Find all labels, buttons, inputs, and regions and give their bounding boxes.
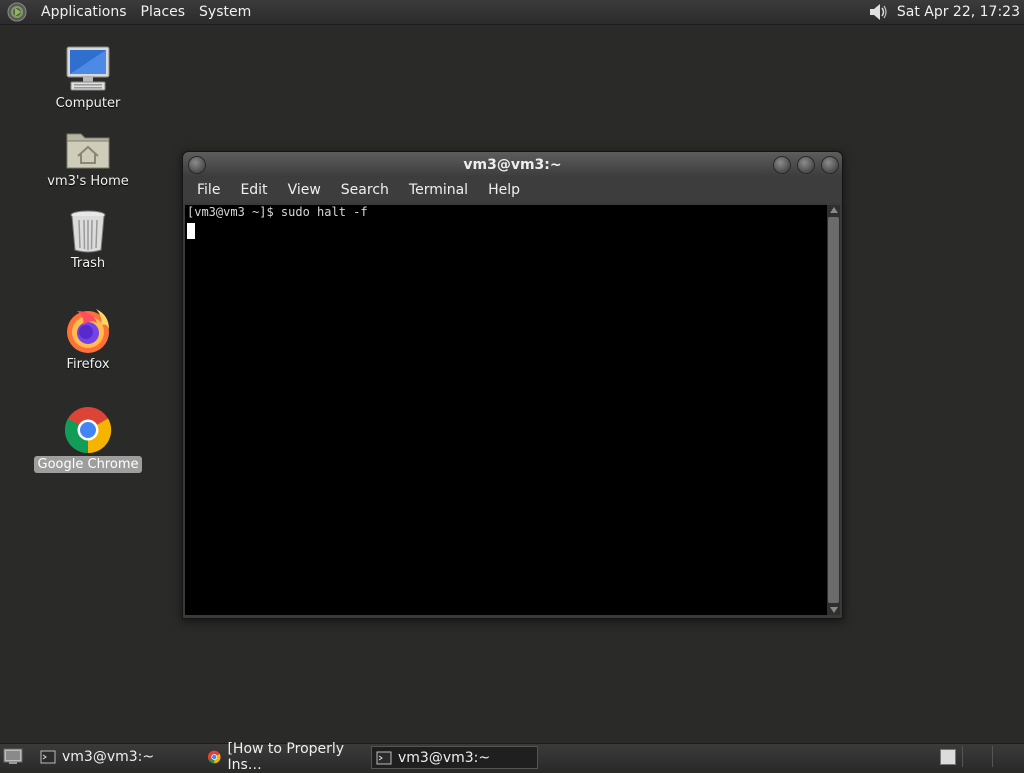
menu-view[interactable]: View bbox=[278, 182, 331, 198]
menu-search[interactable]: Search bbox=[331, 182, 399, 198]
taskbar-item-chrome[interactable]: [How to Properly Ins… bbox=[203, 741, 368, 773]
desktop-icon-label: Computer bbox=[55, 96, 121, 111]
terminal-window[interactable]: vm3@vm3:~ File Edit View Search Terminal… bbox=[182, 151, 843, 619]
desktop-icon-home[interactable]: vm3's Home bbox=[33, 126, 143, 189]
window-titlebar[interactable]: vm3@vm3:~ bbox=[183, 152, 842, 177]
bottom-panel: vm3@vm3:~ [How to Properly Ins… vm3@vm3:… bbox=[0, 741, 1024, 773]
window-menu-button[interactable] bbox=[188, 156, 206, 174]
trash-icon bbox=[70, 210, 106, 253]
menu-edit[interactable]: Edit bbox=[230, 182, 277, 198]
taskbar-item-terminal-1[interactable]: vm3@vm3:~ bbox=[36, 746, 196, 767]
firefox-icon bbox=[67, 309, 109, 353]
home-folder-icon bbox=[66, 133, 110, 169]
maximize-button[interactable] bbox=[797, 156, 815, 174]
scroll-up-icon[interactable] bbox=[830, 207, 838, 213]
scroll-down-icon[interactable] bbox=[830, 607, 838, 613]
taskbar-item-label: vm3@vm3:~ bbox=[398, 749, 491, 766]
menu-file[interactable]: File bbox=[187, 182, 230, 198]
workspace-1[interactable] bbox=[940, 749, 956, 765]
chrome-icon bbox=[207, 750, 221, 763]
show-desktop-icon[interactable] bbox=[3, 747, 23, 765]
applications-menu[interactable]: Applications bbox=[34, 4, 134, 20]
close-button[interactable] bbox=[821, 156, 839, 174]
minimize-button[interactable] bbox=[773, 156, 791, 174]
terminal-output[interactable]: [vm3@vm3 ~]$ sudo halt -f bbox=[185, 205, 827, 615]
top-panel: Applications Places System Sat Apr 22, 1… bbox=[0, 0, 1024, 25]
desktop-icon-trash[interactable]: Trash bbox=[33, 208, 143, 271]
scrollbar-thumb[interactable] bbox=[828, 217, 839, 603]
desktop-icon-label: vm3's Home bbox=[47, 174, 129, 189]
desktop-icon-label: Trash bbox=[70, 256, 106, 271]
desktop-icon-computer[interactable]: Computer bbox=[33, 44, 143, 111]
terminal-menubar: File Edit View Search Terminal Help bbox=[183, 177, 842, 203]
workspace-2[interactable] bbox=[962, 746, 993, 767]
system-menu[interactable]: System bbox=[192, 4, 258, 20]
menu-terminal[interactable]: Terminal bbox=[399, 182, 478, 198]
terminal-cursor bbox=[187, 223, 195, 239]
terminal-line: [vm3@vm3 ~]$ sudo halt -f bbox=[187, 205, 368, 219]
distro-logo-icon[interactable] bbox=[6, 1, 28, 23]
chrome-icon bbox=[64, 407, 112, 454]
window-title: vm3@vm3:~ bbox=[463, 156, 562, 173]
taskbar-item-label: vm3@vm3:~ bbox=[62, 748, 155, 765]
terminal-icon bbox=[40, 750, 56, 763]
terminal-icon bbox=[376, 751, 392, 764]
computer-icon bbox=[66, 46, 110, 91]
terminal-scrollbar[interactable] bbox=[827, 205, 840, 615]
taskbar-item-terminal-2[interactable]: vm3@vm3:~ bbox=[371, 746, 538, 769]
desktop-icon-label: Firefox bbox=[66, 357, 110, 372]
volume-icon[interactable] bbox=[867, 1, 889, 23]
desktop-icon-chrome[interactable]: Google Chrome bbox=[33, 405, 143, 473]
clock[interactable]: Sat Apr 22, 17:23 bbox=[897, 4, 1020, 20]
desktop-icon-firefox[interactable]: Firefox bbox=[33, 305, 143, 372]
places-menu[interactable]: Places bbox=[134, 4, 193, 20]
desktop-icon-label: Google Chrome bbox=[33, 456, 143, 473]
workspace-3[interactable] bbox=[992, 746, 1023, 767]
menu-help[interactable]: Help bbox=[478, 182, 530, 198]
